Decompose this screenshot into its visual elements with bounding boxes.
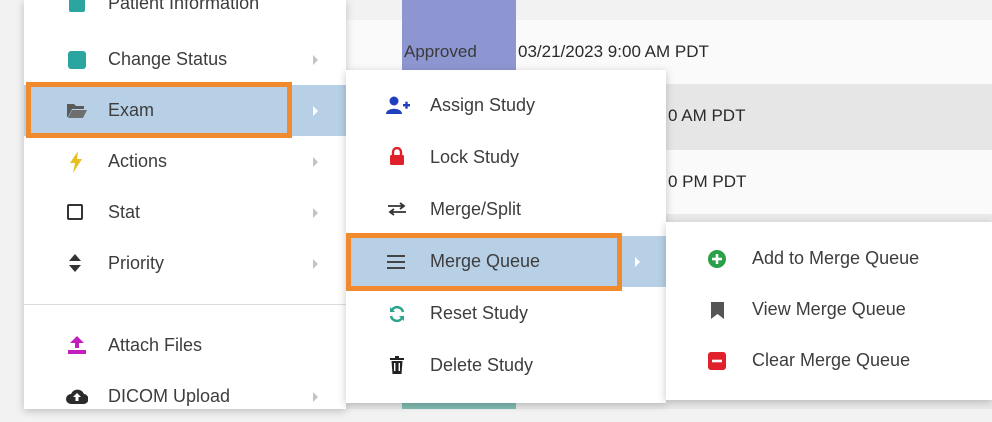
table-cell-datetime: 03/21/2023 9:00 AM PDT xyxy=(518,42,709,61)
menu-item-label: Merge Queue xyxy=(430,251,541,271)
exam-submenu: Assign Study Lock Study Merge/Split Merg… xyxy=(346,70,666,403)
menu-item-label: Exam xyxy=(108,100,155,120)
menu-item-attach-files[interactable]: Attach Files xyxy=(24,320,346,371)
hamburger-lines-icon xyxy=(386,254,406,270)
chevron-right-icon xyxy=(313,259,318,269)
lock-icon xyxy=(389,146,405,166)
menu-item-label: Clear Merge Queue xyxy=(752,350,911,370)
menu-item-label: DICOM Upload xyxy=(108,386,231,406)
menu-item-add-to-merge-queue[interactable]: Add to Merge Queue xyxy=(666,233,992,284)
patient-info-icon xyxy=(68,0,86,14)
menu-item-patient-information[interactable]: Patient Information xyxy=(24,0,346,20)
chevron-right-icon xyxy=(313,392,318,402)
table-cell-datetime: 0 PM PDT xyxy=(668,172,747,191)
refresh-icon xyxy=(387,304,407,324)
menu-item-delete-study[interactable]: Delete Study xyxy=(346,340,666,391)
menu-item-label: Reset Study xyxy=(430,303,529,323)
menu-item-priority[interactable]: Priority xyxy=(24,238,346,289)
chevron-right-icon xyxy=(313,208,318,218)
menu-item-merge-queue[interactable]: Merge Queue xyxy=(346,236,666,287)
menu-item-reset-study[interactable]: Reset Study xyxy=(346,288,666,339)
menu-item-label: Lock Study xyxy=(430,147,520,167)
chevron-right-icon xyxy=(313,157,318,167)
menu-item-stat[interactable]: Stat xyxy=(24,187,346,238)
menu-item-label: Add to Merge Queue xyxy=(752,248,920,268)
menu-item-change-status[interactable]: Change Status xyxy=(24,34,346,85)
menu-item-label: Merge/Split xyxy=(430,199,522,219)
chevron-right-icon xyxy=(635,257,640,267)
minus-box-icon xyxy=(707,351,727,371)
upload-icon xyxy=(67,335,87,355)
trash-icon xyxy=(389,355,405,375)
merge-queue-submenu: Add to Merge Queue View Merge Queue Clea… xyxy=(666,222,992,400)
context-menu: Patient Information Change Status Exam A… xyxy=(24,0,346,409)
menu-item-label: Actions xyxy=(108,151,168,171)
menu-item-clear-merge-queue[interactable]: Clear Merge Queue xyxy=(666,335,992,386)
bookmark-icon xyxy=(709,300,725,320)
menu-item-view-merge-queue[interactable]: View Merge Queue xyxy=(666,284,992,335)
menu-item-actions[interactable]: Actions xyxy=(24,136,346,187)
status-badge-label: Approved xyxy=(404,42,477,61)
menu-item-label: Change Status xyxy=(108,49,228,69)
chevron-right-icon xyxy=(313,106,318,116)
menu-item-label: Patient Information xyxy=(108,0,260,13)
swap-arrows-icon xyxy=(386,201,408,217)
plus-circle-icon xyxy=(707,249,727,269)
status-square-icon xyxy=(67,50,87,70)
menu-item-lock-study[interactable]: Lock Study xyxy=(346,132,666,183)
user-plus-icon xyxy=(386,95,410,115)
menu-item-merge-split[interactable]: Merge/Split xyxy=(346,184,666,235)
chevron-right-icon xyxy=(313,55,318,65)
sort-arrows-icon xyxy=(68,253,82,273)
menu-item-label: Attach Files xyxy=(108,335,203,355)
table-cell-datetime: 0 AM PDT xyxy=(668,106,746,125)
menu-divider xyxy=(24,304,346,305)
menu-item-label: Assign Study xyxy=(430,95,536,115)
lightning-bolt-icon xyxy=(68,151,84,173)
checkbox-square-icon xyxy=(67,204,83,220)
menu-item-label: View Merge Queue xyxy=(752,299,906,319)
menu-item-label: Stat xyxy=(108,202,141,222)
cloud-upload-icon xyxy=(66,387,88,405)
menu-item-dicom-upload[interactable]: DICOM Upload xyxy=(24,371,346,422)
folder-open-icon xyxy=(66,101,88,119)
menu-item-label: Delete Study xyxy=(430,355,534,375)
status-badge xyxy=(402,0,516,76)
menu-item-assign-study[interactable]: Assign Study xyxy=(346,80,666,131)
menu-item-exam[interactable]: Exam xyxy=(24,85,346,136)
menu-item-label: Priority xyxy=(108,253,165,273)
